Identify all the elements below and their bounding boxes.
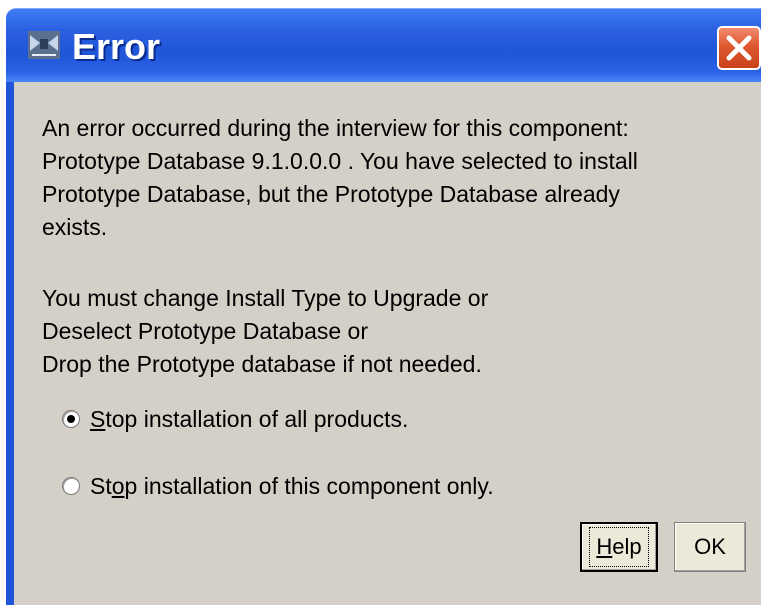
message-line-4: exists. bbox=[42, 214, 108, 240]
java-cup-icon bbox=[28, 31, 60, 59]
instruction-line-3: Drop the Prototype database if not neede… bbox=[42, 351, 482, 377]
error-dialog: Error An error occurred during the inter… bbox=[0, 0, 761, 605]
title-bar[interactable]: Error bbox=[6, 8, 761, 83]
message-line-1: An error occurred during the interview f… bbox=[42, 115, 629, 141]
ok-button[interactable]: OK bbox=[674, 522, 746, 572]
option-stop-component-label[interactable]: Stop installation of this component only… bbox=[90, 473, 494, 500]
option-stop-all-label[interactable]: Stop installation of all products. bbox=[90, 406, 408, 433]
message-line-3: Prototype Database, but the Prototype Da… bbox=[42, 181, 620, 207]
radio-button-selected[interactable] bbox=[62, 410, 80, 428]
message-line-2: Prototype Database 9.1.0.0.0 . You have … bbox=[42, 148, 638, 174]
instruction-line-1: You must change Install Type to Upgrade … bbox=[42, 285, 489, 311]
radio-button-unselected[interactable] bbox=[62, 477, 80, 495]
dialog-content: An error occurred during the interview f… bbox=[14, 82, 761, 605]
option-stop-component[interactable]: Stop installation of this component only… bbox=[62, 471, 494, 501]
option-stop-all[interactable]: Stop installation of all products. bbox=[62, 404, 408, 434]
instruction-line-2: Deselect Prototype Database or bbox=[42, 318, 369, 344]
close-button[interactable] bbox=[717, 26, 761, 70]
close-x-icon bbox=[726, 35, 752, 61]
dialog-title: Error bbox=[72, 26, 161, 67]
help-button[interactable]: Help bbox=[580, 522, 658, 572]
